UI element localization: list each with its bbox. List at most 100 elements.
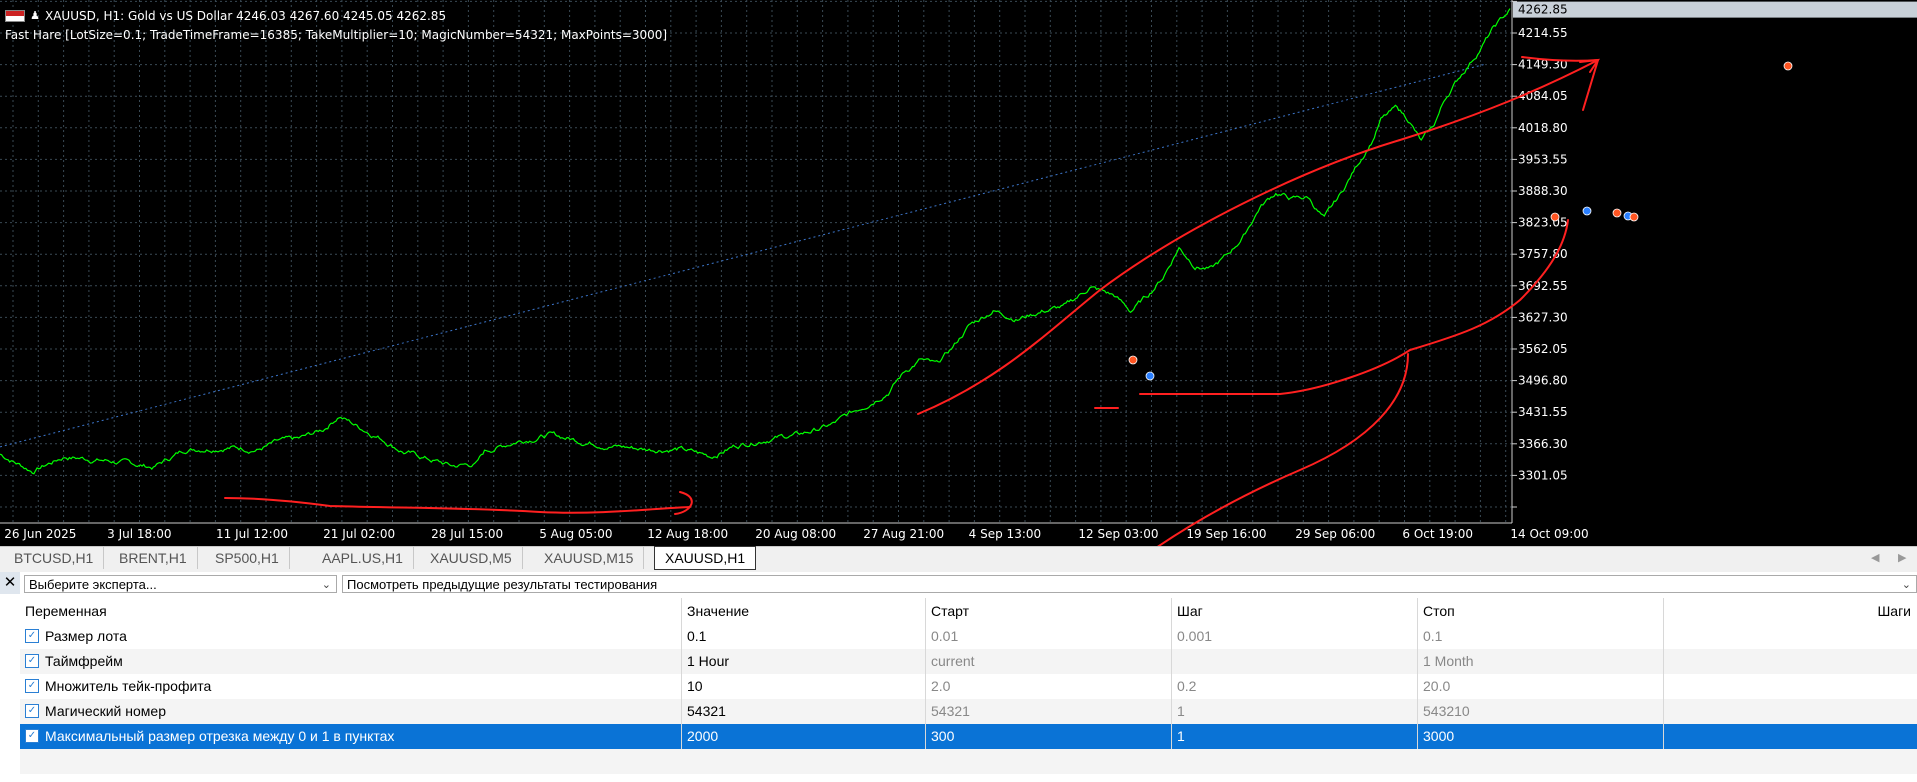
- price-label: 4214.55: [1518, 26, 1568, 40]
- algo-trading-icon: ♟: [30, 9, 40, 22]
- history-results-select[interactable]: Посмотреть предыдущие результаты тестиро…: [342, 575, 1917, 593]
- chart-title: ♟ XAUUSD, H1: Gold vs US Dollar 4246.03 …: [5, 9, 446, 23]
- time-label: 27 Aug 21:00: [863, 527, 944, 541]
- parameter-start-cell[interactable]: current: [926, 649, 1172, 674]
- close-panel-button[interactable]: ✕: [0, 572, 20, 594]
- parameter-steps-cell: [1664, 699, 1917, 724]
- expert-select[interactable]: Выберите эксперта... ⌄: [24, 575, 337, 593]
- checkbox-checked-icon[interactable]: ✓: [25, 704, 39, 719]
- price-label: 3888.30: [1518, 184, 1568, 198]
- tab-sp500-h1[interactable]: SP500,H1: [205, 547, 290, 569]
- history-results-value: Посмотреть предыдущие результаты тестиро…: [347, 577, 658, 592]
- time-label: 12 Aug 18:00: [647, 527, 728, 541]
- parameter-step-cell[interactable]: [1172, 649, 1418, 674]
- checkbox-checked-icon[interactable]: ✓: [25, 729, 39, 744]
- parameter-value-cell[interactable]: 0.1: [682, 624, 926, 649]
- price-label: 3692.55: [1518, 279, 1568, 293]
- scroll-tabs-left-icon[interactable]: ◀: [1871, 551, 1879, 564]
- price-label: 3301.05: [1518, 468, 1568, 482]
- parameter-value-cell[interactable]: 2000: [682, 724, 926, 749]
- tab-brent-h1[interactable]: BRENT,H1: [109, 547, 198, 569]
- price-label: 3953.55: [1518, 152, 1568, 166]
- parameter-step-cell[interactable]: 1: [1172, 699, 1418, 724]
- time-label: 4 Sep 13:00: [969, 527, 1041, 541]
- time-label: 5 Aug 05:00: [539, 527, 612, 541]
- parameter-stop-cell[interactable]: 3000: [1418, 724, 1664, 749]
- trade-marker-icon: [1145, 371, 1155, 381]
- parameter-stop-cell[interactable]: 0.1: [1418, 624, 1664, 649]
- trade-marker-icon: [1783, 61, 1793, 71]
- parameter-value-cell[interactable]: 1 Hour: [682, 649, 926, 674]
- symbol-title-text: XAUUSD, H1: Gold vs US Dollar 4246.03 42…: [45, 9, 447, 23]
- parameter-start-cell[interactable]: 54321: [926, 699, 1172, 724]
- annotation-arrow: [1157, 353, 1409, 546]
- parameter-value-cell[interactable]: 10: [682, 674, 926, 699]
- parameter-name-cell: ✓ Магический номер: [20, 699, 682, 724]
- column-header[interactable]: Переменная: [20, 598, 682, 624]
- price-chart[interactable]: 4279.804214.554149.304084.054018.803953.…: [0, 0, 1917, 546]
- parameter-step-cell[interactable]: 0.2: [1172, 674, 1418, 699]
- parameter-start-cell[interactable]: 0.01: [926, 624, 1172, 649]
- chart-canvas[interactable]: 4279.804214.554149.304084.054018.803953.…: [0, 0, 1917, 546]
- price-label: 3562.05: [1518, 342, 1568, 356]
- annotation-arrow: [917, 59, 1599, 415]
- price-label: 3823.05: [1518, 216, 1568, 230]
- column-header[interactable]: Значение: [682, 598, 926, 624]
- time-label: 19 Sep 16:00: [1186, 527, 1266, 541]
- checkbox-checked-icon[interactable]: ✓: [25, 679, 39, 694]
- price-label: 3431.55: [1518, 405, 1568, 419]
- time-label: 28 Jul 15:00: [431, 527, 503, 541]
- tab-xauusd-m15[interactable]: XAUUSD,M15: [534, 547, 645, 569]
- tab-xauusd-m5[interactable]: XAUUSD,M5: [420, 547, 523, 569]
- tab-btcusd-h1[interactable]: BTCUSD,H1: [4, 547, 105, 569]
- time-label: 21 Jul 02:00: [323, 527, 395, 541]
- column-header[interactable]: Стоп: [1418, 598, 1664, 624]
- column-header[interactable]: Старт: [926, 598, 1172, 624]
- scroll-tabs-right-icon[interactable]: ▶: [1898, 551, 1906, 564]
- parameter-stop-cell[interactable]: 543210: [1418, 699, 1664, 724]
- table-row[interactable]: ✓ Таймфрейм 1 Hour current 1 Month: [20, 649, 1917, 674]
- price-label: 3496.80: [1518, 374, 1568, 388]
- strategy-tester-panel: ✕ Выберите эксперта... ⌄ Посмотреть пред…: [0, 572, 1917, 782]
- checkbox-checked-icon[interactable]: ✓: [25, 629, 39, 644]
- parameter-name: Размер лота: [45, 628, 127, 644]
- parameter-start-cell[interactable]: 2.0: [926, 674, 1172, 699]
- parameter-name-cell: ✓ Множитель тейк-профита: [20, 674, 682, 699]
- table-row[interactable]: ✓ Множитель тейк-профита 10 2.0 0.2 20.0: [20, 674, 1917, 699]
- price-label: 4018.80: [1518, 121, 1568, 135]
- price-line: [0, 8, 1511, 475]
- trade-marker-icon: [1629, 212, 1639, 222]
- parameter-step-cell[interactable]: 1: [1172, 724, 1418, 749]
- chevron-down-icon: ⌄: [321, 579, 331, 591]
- parameter-steps-cell: [1664, 624, 1917, 649]
- annotation-arrow: [674, 491, 693, 515]
- price-label: 3366.30: [1518, 437, 1568, 451]
- empty-row: [20, 749, 1917, 774]
- table-row[interactable]: ✓ Максимальный размер отрезка между 0 и 1…: [20, 724, 1917, 749]
- parameter-stop-cell[interactable]: 20.0: [1418, 674, 1664, 699]
- parameter-steps-cell: [1664, 649, 1917, 674]
- tab-xauusd-h1[interactable]: XAUUSD,H1: [654, 546, 757, 570]
- current-price-box: [1513, 1, 1917, 18]
- trade-marker-icon: [1128, 355, 1138, 365]
- parameter-name: Множитель тейк-профита: [45, 678, 212, 694]
- time-label: 29 Sep 06:00: [1295, 527, 1375, 541]
- table-row[interactable]: ✓ Размер лота 0.1 0.01 0.001 0.1: [20, 624, 1917, 649]
- expert-info: Fast Hare [LotSize=0.1; TradeTimeFrame=1…: [5, 28, 668, 42]
- tab-aapl-us-h1[interactable]: AAPL.US,H1: [312, 547, 414, 569]
- column-header[interactable]: Шаги: [1664, 598, 1917, 624]
- parameter-step-cell[interactable]: 0.001: [1172, 624, 1418, 649]
- trend-line: [0, 63, 1486, 448]
- parameter-stop-cell[interactable]: 1 Month: [1418, 649, 1664, 674]
- chart-tabs-bar: BTCUSD,H1 BRENT,H1 SP500,H1 AAPL.US,H1 XAUUS…: [0, 546, 1917, 571]
- parameter-name: Максимальный размер отрезка между 0 и 1 …: [45, 728, 395, 744]
- time-label: 11 Jul 12:00: [216, 527, 288, 541]
- checkbox-checked-icon[interactable]: ✓: [25, 654, 39, 669]
- price-label: 3757.80: [1518, 247, 1568, 261]
- time-label: 6 Oct 19:00: [1402, 527, 1473, 541]
- column-header[interactable]: Шаг: [1172, 598, 1418, 624]
- table-row[interactable]: ✓ Магический номер 54321 54321 1 543210: [20, 699, 1917, 724]
- time-label: 20 Aug 08:00: [755, 527, 836, 541]
- parameter-value-cell[interactable]: 54321: [682, 699, 926, 724]
- parameter-start-cell[interactable]: 300: [926, 724, 1172, 749]
